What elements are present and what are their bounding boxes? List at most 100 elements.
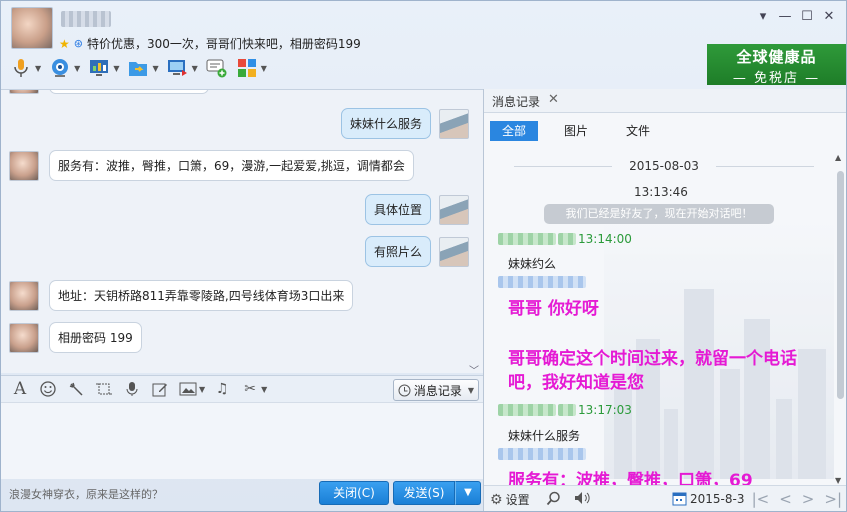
history-message-highlight[interactable]: 哥哥 你好呀 xyxy=(508,297,808,321)
history-sender-line xyxy=(498,448,588,460)
avatar[interactable] xyxy=(439,194,469,225)
scroll-down-icon[interactable]: ▼ xyxy=(835,476,841,485)
voice-call-button[interactable]: ▼ xyxy=(7,55,44,81)
avatar[interactable] xyxy=(439,108,469,139)
history-sender-line xyxy=(498,276,588,288)
avatar[interactable] xyxy=(439,236,469,267)
search-icon xyxy=(546,491,560,506)
qzone-icon[interactable]: ⊛ xyxy=(74,37,83,50)
history-message-highlight[interactable]: 哥哥确定这个时间过来，就留一个电话吧，我好知道是您 xyxy=(508,347,808,395)
sender-name-blurred xyxy=(498,404,556,416)
ad-banner[interactable]: 全球健康品 — 免税店 — xyxy=(707,44,846,86)
contact-nickname-blurred[interactable] xyxy=(61,11,111,27)
message-history-panel: 消息记录 ✕ 全部 图片 文件 2015-08-03 13:13:46 我们已经… xyxy=(483,89,846,511)
message-input[interactable] xyxy=(1,403,483,479)
history-message[interactable]: 妹妹约么 xyxy=(508,255,556,272)
chevron-down-icon[interactable]: ▼ xyxy=(152,64,158,73)
next-page-icon[interactable]: > xyxy=(802,490,815,508)
chevron-down-icon[interactable]: ▼ xyxy=(113,64,119,73)
prev-page-icon[interactable]: < xyxy=(779,490,792,508)
new-discussion-button[interactable] xyxy=(203,55,231,81)
screen-share-button[interactable]: ▼ xyxy=(85,55,122,81)
scroll-up-icon[interactable]: ▲ xyxy=(835,153,841,162)
message-bubble[interactable]: 相册密码 199 xyxy=(49,322,142,353)
last-page-icon[interactable]: >| xyxy=(824,490,842,508)
filter-files[interactable]: 文件 xyxy=(614,121,662,141)
close-icon[interactable]: ✕ xyxy=(548,92,559,107)
filter-all[interactable]: 全部 xyxy=(490,121,538,141)
history-footer: ⚙ 设置 2015-8-3 |< < > >| xyxy=(484,485,846,511)
avatar[interactable] xyxy=(9,322,39,353)
remote-desktop-icon xyxy=(167,57,189,79)
volume-button[interactable] xyxy=(574,491,590,505)
system-message: 我们已经是好友了，现在开始对话吧！ xyxy=(544,204,774,224)
message-bubble[interactable]: 有照片么 xyxy=(364,236,431,267)
font-icon[interactable]: A xyxy=(9,378,31,400)
history-message[interactable]: 妹妹什么服务 xyxy=(508,427,580,444)
video-call-button[interactable]: ▼ xyxy=(46,55,83,81)
edit-icon[interactable] xyxy=(149,378,171,400)
screenshot-icon[interactable] xyxy=(93,378,115,400)
chevron-down-icon[interactable]: ▼ xyxy=(192,64,198,73)
remote-desktop-button[interactable]: ▼ xyxy=(164,55,201,81)
ad-subtitle: — 免税店 — xyxy=(732,71,821,86)
settings-button[interactable]: ⚙ 设置 xyxy=(490,491,530,508)
history-date-separator: 2015-08-03 xyxy=(514,159,814,173)
speaker-icon xyxy=(575,492,590,504)
chevron-down-icon[interactable]: ▼ xyxy=(261,385,267,394)
scroll-down-icon[interactable]: ﹀ xyxy=(469,362,479,373)
history-tab-bar: 消息记录 ✕ xyxy=(484,89,846,113)
microphone-icon xyxy=(10,57,32,79)
scissors-icon[interactable]: ✂ xyxy=(239,378,261,400)
avatar[interactable] xyxy=(9,150,39,181)
avatar[interactable] xyxy=(9,280,39,311)
filter-images[interactable]: 图片 xyxy=(552,121,600,141)
send-button[interactable]: 发送(S) xyxy=(393,481,455,505)
chevron-down-icon[interactable]: ▼ xyxy=(261,64,267,73)
ad-tip-link[interactable]: 浪漫女神穿衣，原来是这样的？ xyxy=(9,486,163,502)
webcam-icon xyxy=(49,57,71,79)
star-icon: ★ xyxy=(59,36,70,51)
chevron-down-icon[interactable]: ▼ xyxy=(35,64,41,73)
close-icon[interactable]: ✕ xyxy=(818,9,840,24)
date-picker[interactable]: 2015-8-3 xyxy=(672,491,744,506)
search-button[interactable] xyxy=(546,491,561,506)
chevron-down-icon[interactable]: ▼ xyxy=(199,385,205,394)
send-options-dropdown[interactable]: ▼ xyxy=(455,481,481,505)
signature-row: ★ ⊛ 特价优惠，300一次，哥哥们快来吧，相册密码199 xyxy=(59,35,361,52)
first-page-icon[interactable]: |< xyxy=(752,490,770,508)
new-discussion-icon xyxy=(206,57,228,79)
emoji-icon[interactable] xyxy=(37,378,59,400)
music-icon[interactable]: ♫ xyxy=(211,378,233,400)
chat-message-her: 地址：天钥桥路811弄靠零陵路,四号线体育场3口出来 xyxy=(9,280,354,311)
tab-message-history[interactable]: 消息记录 xyxy=(492,93,540,110)
close-button[interactable]: 关闭(C) xyxy=(319,481,389,505)
sender-name-blurred xyxy=(558,404,576,416)
file-transfer-button[interactable]: ▼ xyxy=(124,55,161,81)
menu-dropdown-icon[interactable]: ▾ xyxy=(752,9,774,24)
message-bubble[interactable]: 具体位置 xyxy=(364,194,431,225)
app-center-button[interactable]: ▼ xyxy=(233,55,270,81)
settings-label: 设置 xyxy=(505,493,530,507)
history-scrollbar[interactable]: ▲ ▼ xyxy=(835,153,845,485)
chat-message-her: 相册密码 199 xyxy=(9,322,142,353)
history-pagination: |< < > >| xyxy=(752,490,842,508)
app-center-icon xyxy=(236,57,258,79)
message-history-label: 消息记录 xyxy=(413,383,462,398)
chevron-down-icon[interactable]: ▼ xyxy=(74,64,80,73)
message-bubble[interactable]: 地址：天钥桥路811弄靠零陵路,四号线体育场3口出来 xyxy=(49,280,354,311)
shake-icon[interactable] xyxy=(65,378,87,400)
history-message-highlight[interactable]: 服务有：波推，臀推，口箫，69 xyxy=(508,467,808,485)
minimize-icon[interactable]: — xyxy=(774,9,796,24)
chat-messages-pane[interactable]: 妹妹什么服务 服务有：波推，臀推，口箫，69，漫游,一起爱爱,挑逗，调情都会 具… xyxy=(1,89,483,373)
message-bubble[interactable]: 妹妹什么服务 xyxy=(340,108,431,139)
voice-icon[interactable] xyxy=(121,378,143,400)
message-bubble[interactable]: 服务有：波推，臀推，口箫，69，漫游,一起爱爱,挑逗，调情都会 xyxy=(49,150,414,181)
calendar-icon xyxy=(672,492,687,506)
message-history-button[interactable]: 消息记录 ▼ xyxy=(392,379,479,401)
clock-icon xyxy=(398,384,411,396)
maximize-icon[interactable]: ☐ xyxy=(796,9,818,24)
scrollbar-thumb[interactable] xyxy=(837,171,844,399)
image-icon[interactable] xyxy=(177,378,199,400)
contact-avatar[interactable] xyxy=(11,7,53,49)
